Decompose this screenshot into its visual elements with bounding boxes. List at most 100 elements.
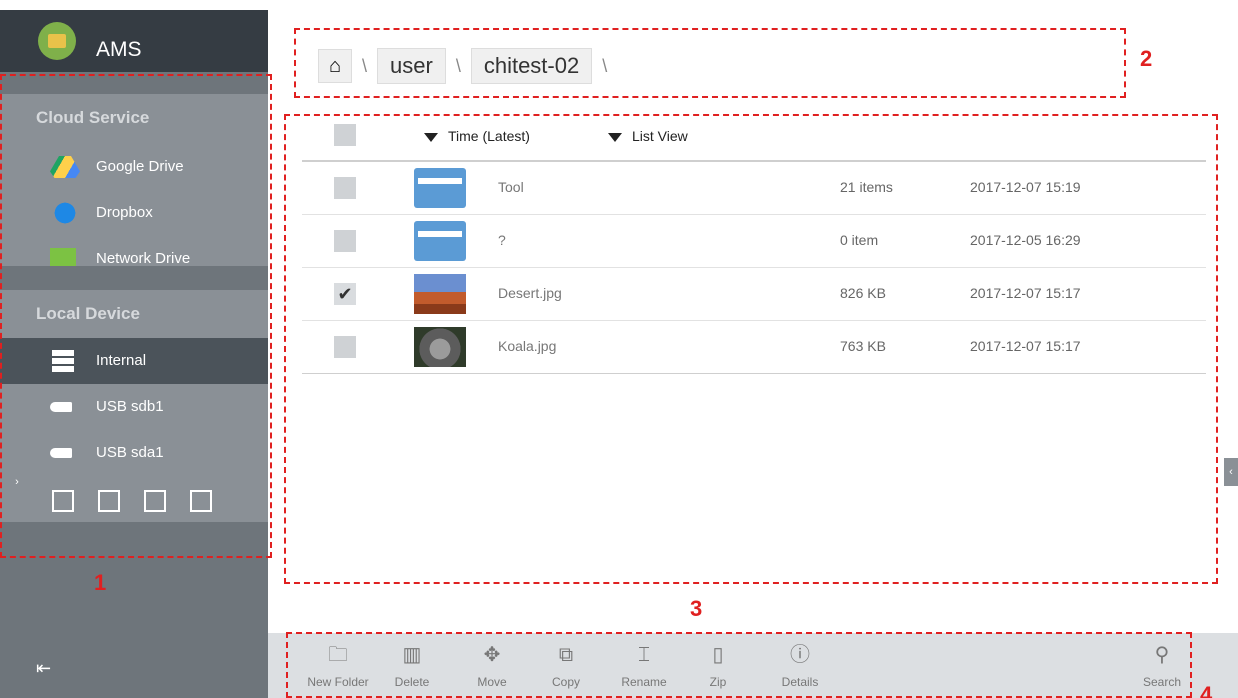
triangle-down-icon: [424, 132, 438, 142]
file-date: 2017-12-07 15:19: [970, 179, 1081, 195]
file-name: Desert.jpg: [498, 285, 562, 301]
sidebar-item-label: Google Drive: [96, 158, 184, 175]
breadcrumb-item-folder[interactable]: chitest-02: [470, 48, 593, 84]
local-device-panel: Local Device Internal USB sdb1 USB sda1: [0, 290, 268, 522]
file-list-header: Time (Latest) List View: [302, 120, 1206, 162]
details-button[interactable]: ⓘ Details: [768, 643, 832, 691]
row-checkbox[interactable]: [334, 336, 356, 358]
sidebar-item-google-drive[interactable]: Google Drive: [0, 144, 268, 190]
sidebar-item-label: Internal: [96, 352, 147, 369]
file-size: 826 KB: [840, 285, 886, 301]
breadcrumb-separator: \: [455, 55, 461, 76]
image-thumbnail: [414, 274, 466, 314]
logout-icon[interactable]: ⇤: [36, 658, 51, 679]
row-checkbox[interactable]: [334, 177, 356, 199]
select-all-checkbox[interactable]: [334, 124, 356, 146]
file-name: Tool: [498, 179, 524, 195]
annotation-number-2: 2: [1140, 46, 1153, 71]
sidebar-item-internal[interactable]: Internal: [0, 338, 268, 384]
folder-outline-icon: 🗀: [328, 644, 348, 666]
details-label: Details: [781, 675, 819, 689]
copy-button[interactable]: ⧉ Copy: [534, 643, 598, 691]
file-size: 763 KB: [840, 338, 886, 354]
rename-button[interactable]: ⌶ Rename: [612, 643, 676, 691]
app-header: AMS: [0, 10, 268, 72]
cloud-service-heading: Cloud Service: [36, 108, 150, 127]
file-date: 2017-12-05 16:29: [970, 232, 1081, 248]
sidebar-item-usb-sdb1[interactable]: USB sdb1: [0, 384, 268, 430]
move-label: Move: [477, 675, 507, 689]
sidebar-item-label: Dropbox: [96, 204, 153, 221]
file-name: ?: [498, 232, 506, 248]
file-date: 2017-12-07 15:17: [970, 338, 1081, 354]
sidebar: AMS Cloud Service Google Drive Dropbox N…: [0, 10, 268, 698]
bottom-toolbar: 🗀 New Folder ▥ Delete ✥ Move ⧉ Copy ⌶ Re…: [268, 633, 1238, 698]
sidebar-expand-handle[interactable]: ›: [10, 468, 24, 496]
sidebar-item-dropbox[interactable]: Dropbox: [0, 190, 268, 236]
search-label: Search: [1142, 675, 1182, 689]
delete-button[interactable]: ▥ Delete: [380, 643, 444, 691]
dropbox-icon: [50, 202, 80, 224]
info-icon: ⓘ: [790, 644, 810, 666]
rename-icon: ⌶: [638, 644, 650, 666]
new-folder-button[interactable]: 🗀 New Folder: [306, 643, 370, 691]
zip-label: Zip: [709, 675, 727, 689]
table-row[interactable]: ? 0 item 2017-12-05 16:29: [302, 215, 1206, 268]
copy-label: Copy: [551, 675, 580, 689]
ams-logo-icon: [38, 22, 76, 60]
sidebar-item-label: USB sdb1: [96, 398, 164, 415]
table-row[interactable]: ✔ Desert.jpg 826 KB 2017-12-07 15:17: [302, 268, 1206, 321]
file-size: 0 item: [840, 232, 879, 248]
folder-icon: [414, 221, 466, 261]
local-device-heading: Local Device: [36, 304, 140, 323]
table-row[interactable]: Tool 21 items 2017-12-07 15:19: [302, 162, 1206, 215]
usb-icon: [50, 448, 72, 458]
copy-icon: ⧉: [558, 644, 574, 666]
search-icon: ⚲: [1154, 644, 1170, 666]
sidebar-divider: [0, 266, 268, 290]
app-title: AMS: [96, 38, 142, 61]
file-name: Koala.jpg: [498, 338, 557, 354]
usb-icon: [50, 402, 72, 412]
move-icon: ✥: [483, 644, 501, 666]
breadcrumb-separator: \: [602, 55, 608, 76]
rename-label: Rename: [621, 675, 667, 689]
annotation-number-3: 3: [690, 596, 703, 621]
zip-button[interactable]: ▯ Zip: [686, 643, 750, 691]
list-divider: [302, 373, 1206, 374]
new-folder-label: New Folder: [307, 675, 369, 689]
trash-icon: ▥: [402, 644, 422, 666]
view-dropdown[interactable]: List View: [608, 128, 688, 144]
music-icon[interactable]: [190, 490, 212, 512]
sort-label: Time (Latest): [448, 128, 530, 144]
media-filter-row: [52, 490, 212, 512]
row-checkbox-checked[interactable]: ✔: [334, 283, 356, 305]
breadcrumb-item-user[interactable]: user: [377, 48, 446, 84]
sidebar-item-label: Network Drive: [96, 250, 191, 267]
annotation-number-4: 4: [1200, 682, 1213, 698]
sidebar-item-label: USB sda1: [96, 444, 164, 461]
right-panel-expand-handle[interactable]: ‹: [1224, 458, 1238, 486]
document-icon[interactable]: [52, 490, 74, 512]
view-label: List View: [632, 128, 688, 144]
sidebar-item-usb-sda1[interactable]: USB sda1: [0, 430, 268, 476]
breadcrumb-separator: \: [362, 55, 368, 76]
table-row[interactable]: Koala.jpg 763 KB 2017-12-07 15:17: [302, 321, 1206, 374]
home-icon[interactable]: ⌂: [318, 49, 352, 83]
cloud-service-panel: Cloud Service Google Drive Dropbox Netwo…: [0, 94, 268, 268]
video-icon[interactable]: [144, 490, 166, 512]
file-size: 21 items: [840, 179, 893, 195]
breadcrumb: ⌂ \ user \ chitest-02 \: [318, 48, 607, 84]
network-drive-icon: [50, 248, 76, 268]
internal-storage-icon: [52, 350, 74, 372]
sort-dropdown[interactable]: Time (Latest): [424, 128, 530, 144]
move-button[interactable]: ✥ Move: [460, 643, 524, 691]
search-button[interactable]: ⚲ Search: [1130, 643, 1194, 691]
file-date: 2017-12-07 15:17: [970, 285, 1081, 301]
image-icon[interactable]: [98, 490, 120, 512]
folder-icon: [414, 168, 466, 208]
row-checkbox[interactable]: [334, 230, 356, 252]
triangle-down-icon: [608, 132, 622, 142]
image-thumbnail: [414, 327, 466, 367]
delete-label: Delete: [394, 675, 430, 689]
